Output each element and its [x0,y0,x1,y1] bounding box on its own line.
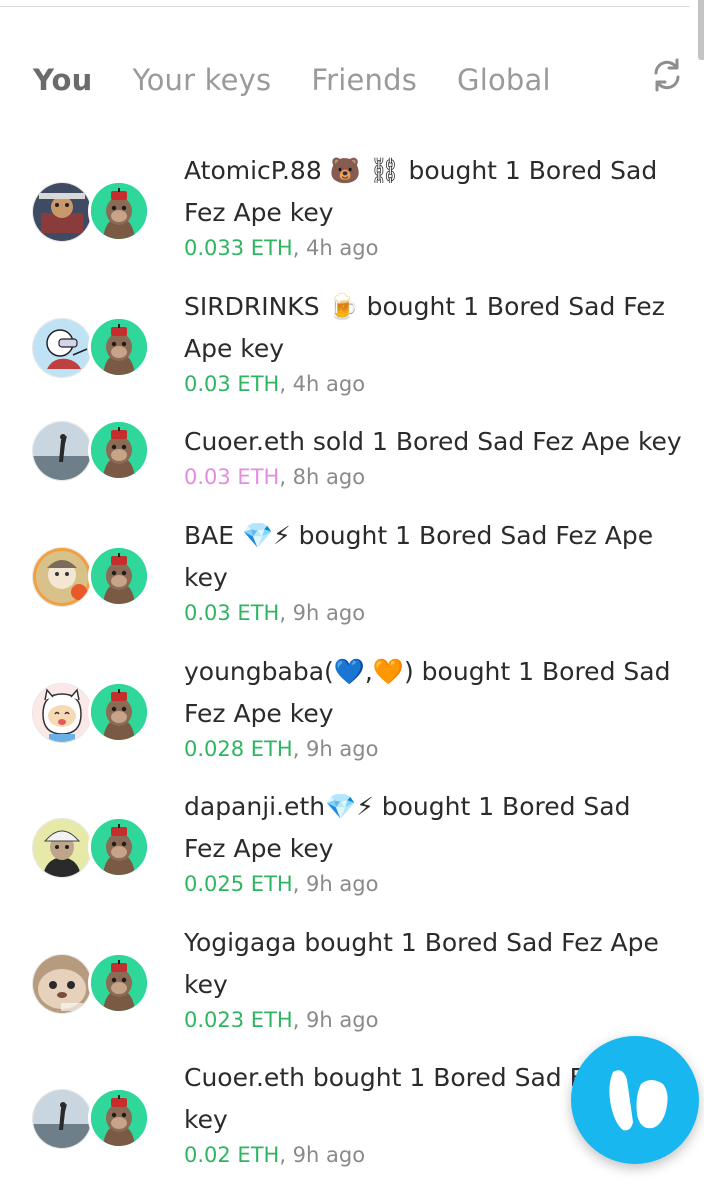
friend-tech-logo-icon[interactable] [571,1036,699,1164]
time-ago: , 4h ago [292,236,379,260]
time-ago: , 9h ago [292,1007,379,1032]
feed-item-line2: key [184,969,228,999]
feed-item-meta: 0.03 ETH, 8h ago [184,461,684,493]
ape-avatar[interactable] [88,1087,150,1149]
avatar-pair [32,1087,152,1151]
user-avatar[interactable] [32,317,92,378]
avatar-pair [32,315,152,380]
eth-amount: 0.02 ETH [184,1143,280,1167]
tab-global[interactable]: Global [457,63,551,97]
eth-amount: 0.025 ETH [184,872,293,896]
user-avatar[interactable] [32,1089,92,1149]
time-ago: , 9h ago [292,736,379,761]
feed-item-line2: key [184,563,228,592]
eth-amount: 0.028 ETH [184,736,293,761]
feed-item-meta: 0.03 ETH, 4h ago [184,368,684,400]
eth-amount: 0.03 ETH [184,371,280,396]
ape-avatar[interactable] [88,315,150,378]
feed-item[interactable]: Cuoer.eth sold 1 Bored Sad Fez Ape key 0… [0,419,704,515]
feed-item-line1: BAE 💎⚡ bought 1 Bored Sad Fez Ape [184,521,654,550]
feed-item-line2: Fez Ape key [184,834,334,863]
tab-your-keys[interactable]: Your keys [133,63,272,97]
tab-you[interactable]: You [33,63,93,97]
ape-avatar[interactable] [88,951,150,1014]
feed-item-line1: youngbaba(💙,🧡) bought 1 Bored Sad [184,656,671,686]
user-avatar[interactable] [32,421,92,481]
time-ago: , 4h ago [279,371,366,396]
feed-item-meta: 0.023 ETH, 9h ago [184,1004,684,1036]
top-divider [0,6,690,7]
feed-item-line2: Fez Ape key [184,198,334,227]
feed-item-line1: SIRDRINKS 🍺 bought 1 Bored Sad Fez [184,291,665,321]
user-avatar[interactable] [32,547,92,607]
feed-item-line1: Yogigaga bought 1 Bored Sad Fez Ape [184,927,659,957]
feed-item[interactable]: AtomicP.88 🐻 ⛓ bought 1 Bored Sad Fez Ap… [0,150,704,286]
eth-amount: 0.023 ETH [184,1007,293,1032]
avatar-pair [32,180,152,244]
user-avatar[interactable] [32,953,92,1014]
user-avatar[interactable] [32,818,92,878]
feed-item-meta: 0.03 ETH, 9h ago [184,597,684,629]
ape-avatar[interactable] [88,419,150,481]
user-avatar[interactable] [32,182,92,242]
feed-item-line2: Ape key [184,333,285,363]
feed-item[interactable]: dapanji.eth💎⚡ bought 1 Bored Sad Fez Ape… [0,786,704,922]
eth-amount: 0.033 ETH [184,236,293,260]
eth-amount: 0.03 ETH [184,601,280,625]
time-ago: , 8h ago [279,465,366,489]
feed-item-line2: Fez Ape key [184,698,334,728]
avatar-pair [32,680,152,745]
time-ago: , 9h ago [279,601,366,625]
feed-item-line1: AtomicP.88 🐻 ⛓ bought 1 Bored Sad [184,156,658,185]
time-ago: , 9h ago [279,1143,366,1167]
user-avatar[interactable] [32,682,92,743]
scrollbar[interactable] [698,0,704,60]
tab-bar: You Your keys Friends Global [33,58,591,102]
avatar-pair [32,951,152,1016]
feed-item[interactable]: BAE 💎⚡ bought 1 Bored Sad Fez Ape key 0.… [0,515,704,651]
eth-amount: 0.03 ETH [184,465,280,489]
feed-item-meta: 0.033 ETH, 4h ago [184,232,684,264]
refresh-icon[interactable] [648,56,686,94]
time-ago: , 9h ago [292,872,379,896]
ape-avatar[interactable] [88,816,150,878]
feed-item[interactable]: youngbaba(💙,🧡) bought 1 Bored Sad Fez Ap… [0,651,704,787]
feed-item-line1: dapanji.eth💎⚡ bought 1 Bored Sad [184,792,631,821]
feed-item-line1: Cuoer.eth sold 1 Bored Sad Fez Ape key [184,427,682,456]
ape-avatar[interactable] [88,680,150,743]
feed-item[interactable]: SIRDRINKS 🍺 bought 1 Bored Sad Fez Ape k… [0,286,704,422]
avatar-pair [32,545,152,609]
ape-avatar[interactable] [88,180,150,242]
ape-avatar[interactable] [88,545,150,607]
avatar-pair [32,419,152,483]
feed-item-meta: 0.025 ETH, 9h ago [184,868,684,900]
avatar-pair [32,816,152,880]
feed-item-meta: 0.028 ETH, 9h ago [184,733,684,765]
tab-friends[interactable]: Friends [311,63,417,97]
